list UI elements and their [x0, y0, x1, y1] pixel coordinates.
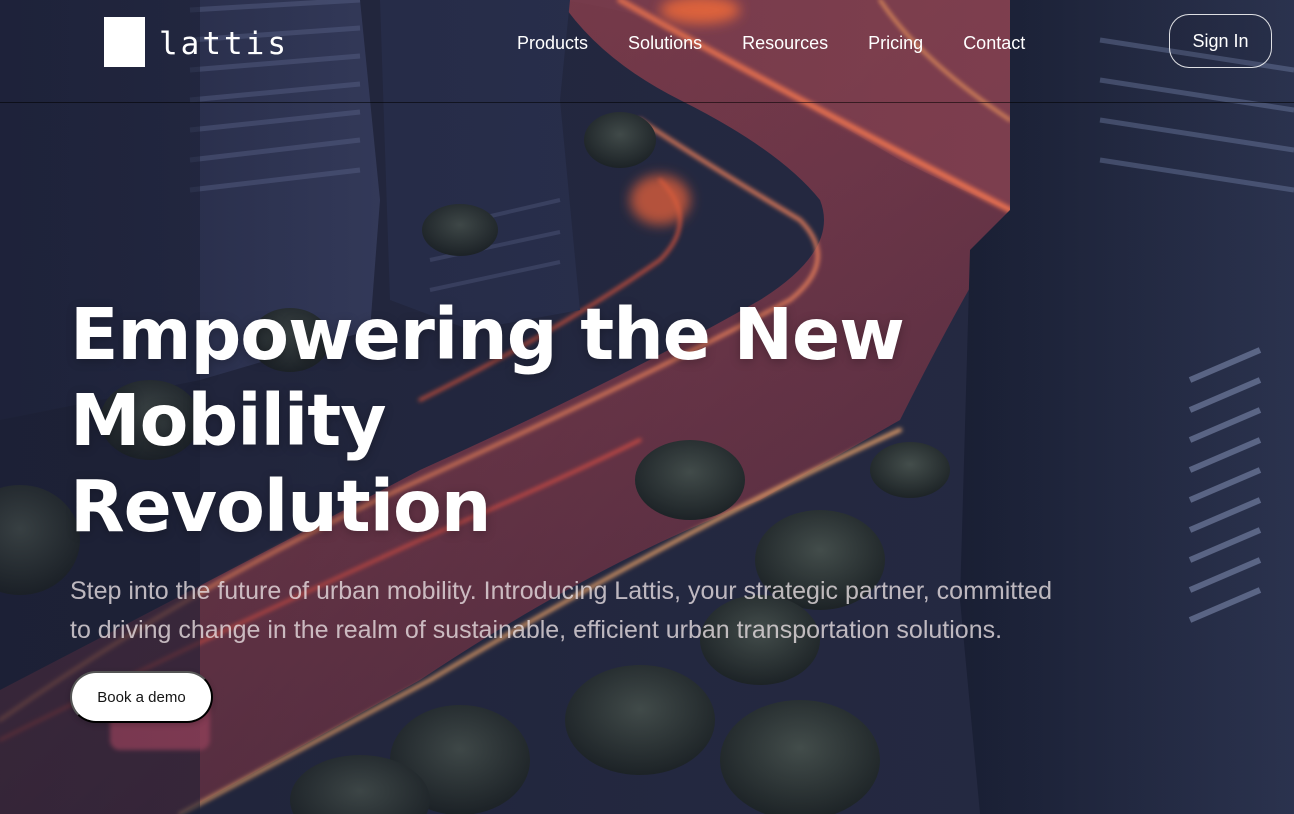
nav-item-pricing[interactable]: Pricing [868, 30, 923, 56]
nav-item-products[interactable]: Products [517, 30, 588, 56]
logo-mark-icon [104, 17, 145, 67]
hero-title-line-2: Revolution [70, 465, 491, 548]
nav-item-solutions[interactable]: Solutions [628, 30, 702, 56]
book-demo-button[interactable]: Book a demo [70, 671, 213, 723]
site-header: lattis Products Solutions Resources Pric… [0, 0, 1294, 103]
hero-section: Empowering the New Mobility Revolution S… [70, 292, 1190, 649]
sign-in-button[interactable]: Sign In [1169, 14, 1272, 68]
brand-logo[interactable]: lattis [104, 17, 289, 67]
brand-name: lattis [159, 25, 289, 62]
landing-page: lattis Products Solutions Resources Pric… [0, 0, 1294, 814]
main-nav: Products Solutions Resources Pricing Con… [517, 30, 1065, 56]
hero-title-line-1: Empowering the New Mobility [70, 293, 905, 462]
nav-item-resources[interactable]: Resources [742, 30, 828, 56]
hero-title: Empowering the New Mobility Revolution [70, 292, 1190, 550]
nav-item-contact[interactable]: Contact [963, 30, 1025, 56]
hero-subtitle: Step into the future of urban mobility. … [70, 577, 1052, 644]
